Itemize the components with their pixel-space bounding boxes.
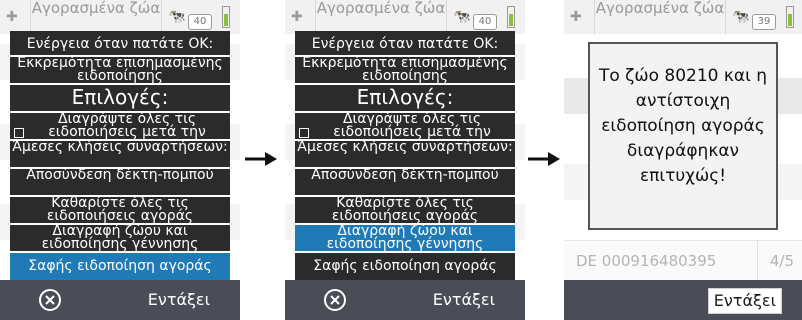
screen-menu-before: ✚ Αγορασμένα ζώα 🐄 40 Ενέργεια όταν πατά… <box>0 0 240 320</box>
bottom-bar: Εντάξει <box>0 280 240 320</box>
checkbox[interactable] <box>14 128 24 138</box>
menu-item-clear-purchase-notification[interactable]: Σαφής ειδοποίηση αγοράς <box>10 253 230 280</box>
right-arrow-icon <box>528 152 560 166</box>
menu-item-label: Διαγράψτε όλες τις ειδοποιήσεις μετά την <box>48 113 206 140</box>
menu-item-delete-animal-birth-notification[interactable]: Διαγραφή ζώου και ειδοποίησης γέννησης <box>295 225 515 253</box>
menu-header-ok-action: Ενέργεια όταν πατάτε ΟΚ: <box>295 31 515 57</box>
cow-icon: 🐄 <box>168 9 186 25</box>
right-arrow-icon <box>245 152 277 166</box>
animal-id: DE 000916480395 <box>576 252 717 270</box>
cancel-icon[interactable] <box>38 288 62 312</box>
battery-icon <box>786 6 794 28</box>
top-bar: ✚ Αγορασμένα ζώα 🐄 39 <box>564 0 802 34</box>
success-popup: Το ζώο 80210 και η αντίστοιχη ειδοποίηση… <box>588 42 778 230</box>
cow-icon: 🐄 <box>453 9 471 25</box>
cancel-icon[interactable] <box>323 288 347 312</box>
menu-item-clear-purchase-notifications[interactable]: Καθαρίστε όλες τις ειδοποιήσεις αγοράς <box>295 197 515 225</box>
bottom-bar: Εντάξει <box>564 280 802 320</box>
animal-count-badge: 39 <box>752 14 776 30</box>
screen-menu-selected: ✚ Αγορασμένα ζώα 🐄 40 Ενέργεια όταν πατά… <box>285 0 525 320</box>
ok-button[interactable]: Εντάξει <box>148 280 210 320</box>
menu-item-clear-purchase-notifications[interactable]: Καθαρίστε όλες τις ειδοποιήσεις αγοράς <box>10 197 230 225</box>
animal-count-badge: 40 <box>473 14 497 30</box>
scanner-icon: ✚ <box>570 9 582 25</box>
options-menu: Ενέργεια όταν πατάτε ΟΚ: Εκκρεμότητα επι… <box>295 31 515 280</box>
menu-item-delete-all-notifications[interactable]: Διαγράψτε όλες τις ειδοποιήσεις μετά την <box>10 113 230 141</box>
top-bar: ✚ Αγορασμένα ζώα 🐄 40 <box>0 0 240 34</box>
menu-header-direct-functions: Άμεσες κλήσεις συναρτήσεων: <box>10 141 230 169</box>
scanner-icon: ✚ <box>291 9 303 25</box>
options-menu: Ενέργεια όταν πατάτε ΟΚ: Εκκρεμότητα επι… <box>10 31 230 280</box>
ok-button[interactable]: Εντάξει <box>433 280 495 320</box>
menu-header-options: Επιλογές: <box>295 85 515 113</box>
menu-item-delete-animal-birth-notification[interactable]: Διαγραφή ζώου και ειδοποίησης γέννησης <box>10 225 230 253</box>
scanner-icon: ✚ <box>6 9 18 25</box>
cow-icon: 🐄 <box>732 9 750 25</box>
menu-item-disconnect-transceiver[interactable]: Αποσύνδεση δέκτη-πομπού <box>10 169 230 197</box>
checkbox[interactable] <box>299 128 309 138</box>
menu-item-delete-all-notifications[interactable]: Διαγράψτε όλες τις ειδοποιήσεις μετά την <box>295 113 515 141</box>
list-item[interactable]: DE 000916480395 4/5 <box>564 240 802 281</box>
menu-item-clear-purchase-notification[interactable]: Σαφής ειδοποίηση αγοράς <box>295 253 515 280</box>
page-title: Αγορασμένα ζώα <box>594 0 726 34</box>
battery-icon <box>507 6 515 28</box>
menu-header-direct-functions: Άμεσες κλήσεις συναρτήσεων: <box>295 141 515 169</box>
menu-item-label: Διαγράψτε όλες τις ειδοποιήσεις μετά την <box>333 113 491 140</box>
menu-item-pending-notification[interactable]: Εκκρεμότητα επισημασμένης ειδοποίησης <box>10 57 230 85</box>
animal-count-badge: 40 <box>188 14 212 30</box>
menu-header-ok-action: Ενέργεια όταν πατάτε ΟΚ: <box>10 31 230 57</box>
screen-confirmation: ✚ Αγορασμένα ζώα 🐄 39 DE 000916480395 4/… <box>564 0 802 320</box>
top-bar: ✚ Αγορασμένα ζώα 🐄 40 <box>285 0 525 34</box>
battery-icon <box>222 6 230 28</box>
menu-item-disconnect-transceiver[interactable]: Αποσύνδεση δέκτη-πομπού <box>295 169 515 197</box>
ok-button[interactable]: Εντάξει <box>707 288 782 314</box>
page-title: Αγορασμένα ζώα <box>30 0 162 34</box>
list-position: 4/5 <box>756 241 794 281</box>
bottom-bar: Εντάξει <box>285 280 525 320</box>
page-title: Αγορασμένα ζώα <box>315 0 447 34</box>
popup-message: Το ζώο 80210 και η αντίστοιχη ειδοποίηση… <box>598 66 768 186</box>
menu-item-pending-notification[interactable]: Εκκρεμότητα επισημασμένης ειδοποίησης <box>295 57 515 85</box>
menu-header-options: Επιλογές: <box>10 85 230 113</box>
